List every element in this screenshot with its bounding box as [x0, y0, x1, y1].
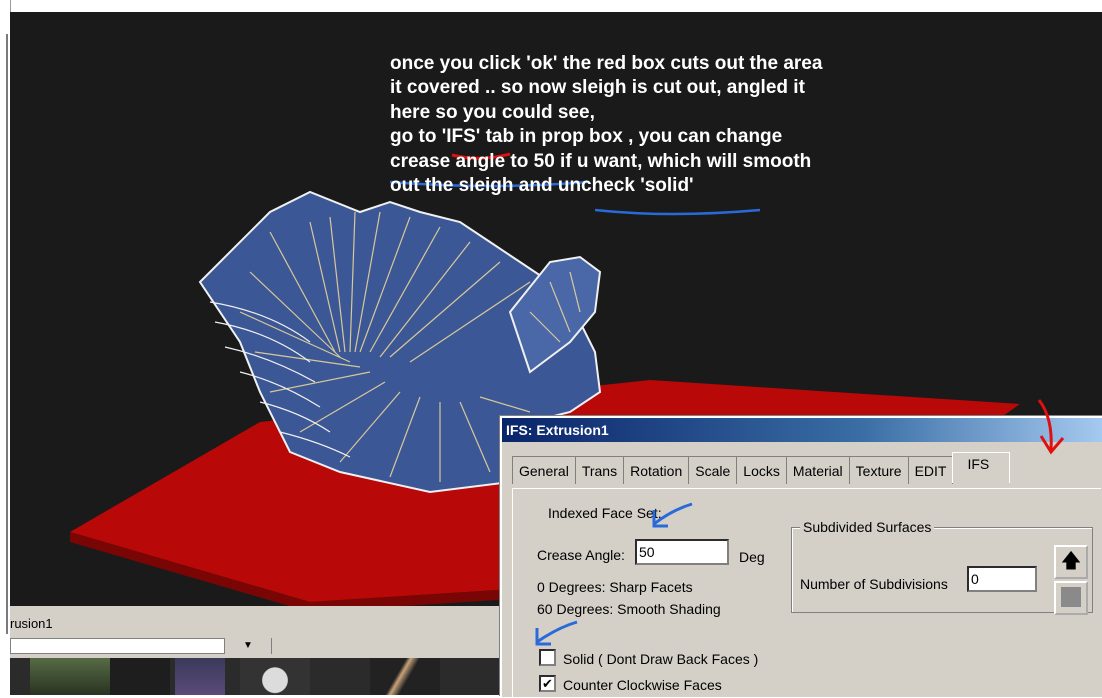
tab-material[interactable]: Material: [785, 456, 850, 484]
thumbnail-3[interactable]: [175, 658, 225, 695]
blue-arrow-icon: [535, 620, 578, 646]
tutorial-annotation: once you click 'ok' the red box cuts out…: [390, 52, 822, 198]
thumbnail-5[interactable]: [370, 658, 440, 695]
thumbnail-2[interactable]: [110, 658, 170, 695]
tab-strip: General Trans Rotation Scale Locks Mater…: [512, 452, 1011, 484]
tab-ifs[interactable]: IFS: [952, 452, 1011, 483]
thumbnail-4[interactable]: [240, 658, 310, 695]
ifs-tab-panel: Indexed Face Set: Crease Angle: 50 Deg 0…: [512, 488, 1101, 698]
subdivided-surfaces-title: Subdivided Surfaces: [800, 519, 935, 535]
annotation-line-5: crease angle to 50 if u want, which will…: [390, 150, 812, 172]
red-arrow-icon: [1037, 399, 1065, 455]
crease-angle-unit: Deg: [739, 549, 765, 565]
annotation-line-3: here so you could see,: [390, 101, 595, 123]
crease-angle-input[interactable]: 50: [635, 539, 729, 565]
square-icon[interactable]: [1054, 581, 1088, 615]
object-list-panel: rusion1 ▼: [10, 606, 502, 695]
ccw-label: Counter Clockwise Faces: [563, 677, 722, 693]
tab-general[interactable]: General: [512, 456, 576, 484]
sharp-facets-hint: 0 Degrees: Sharp Facets: [537, 579, 693, 595]
checkmark-icon: ✔: [542, 676, 553, 691]
blue-arrow-icon: [652, 502, 693, 528]
tab-rotation[interactable]: Rotation: [623, 456, 690, 484]
annotation-line-2: it covered .. so now sleigh is cut out, …: [390, 77, 805, 99]
indexed-face-set-label: Indexed Face Set:: [548, 505, 662, 521]
tab-edit[interactable]: EDIT: [907, 456, 954, 484]
subdivisions-label: Number of Subdivisions: [800, 576, 948, 592]
subdivided-surfaces-group: Subdivided Surfaces Number of Subdivisio…: [791, 519, 1093, 613]
smooth-shading-hint: 60 Degrees: Smooth Shading: [537, 601, 721, 617]
dialog-title: IFS: Extrusion1: [502, 418, 1102, 442]
annotation-line-4: go to 'IFS' tab in prop box , you can ch…: [390, 126, 783, 148]
annotation-line-6: out the sleigh and uncheck 'solid': [390, 175, 694, 197]
object-name-label: rusion1: [10, 616, 53, 631]
ifs-properties-dialog: IFS: Extrusion1 General Trans Rotation S…: [500, 416, 1102, 698]
subdivisions-input[interactable]: 0: [967, 566, 1037, 592]
ccw-checkbox[interactable]: ✔: [539, 675, 556, 692]
thumbnail-1[interactable]: [30, 658, 110, 695]
up-arrow-icon[interactable]: 🡅: [1054, 545, 1088, 579]
annotation-line-1: once you click 'ok' the red box cuts out…: [390, 53, 823, 74]
tab-trans[interactable]: Trans: [574, 456, 625, 484]
crease-angle-label: Crease Angle:: [537, 547, 625, 563]
frame-line: [6, 34, 8, 634]
blue-underline-solid: [594, 208, 761, 216]
solid-checkbox[interactable]: [539, 649, 556, 666]
chevron-down-icon[interactable]: ▼: [224, 638, 271, 654]
tab-scale[interactable]: Scale: [688, 456, 738, 484]
solid-label: Solid ( Dont Draw Back Faces ): [563, 651, 759, 667]
tab-locks[interactable]: Locks: [736, 456, 787, 484]
tab-texture[interactable]: Texture: [848, 456, 909, 484]
thumbnail-strip: [10, 658, 502, 695]
